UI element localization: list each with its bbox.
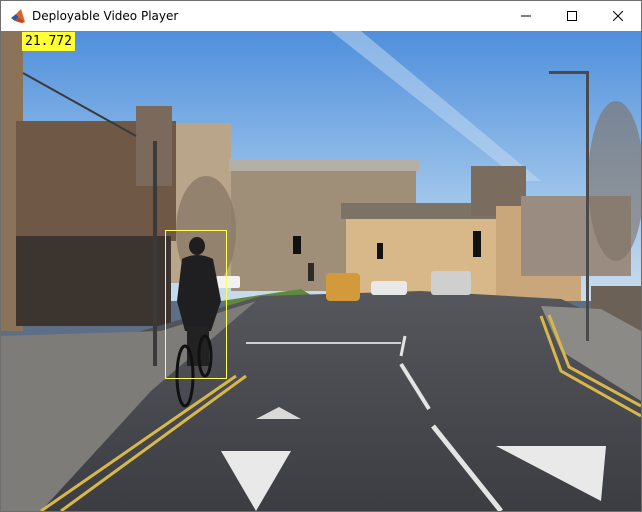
maximize-button[interactable] (549, 1, 595, 31)
detection-bounding-box (165, 230, 227, 379)
frame-timestamp: 21.772 (22, 32, 75, 51)
window-controls (503, 1, 641, 31)
title-bar[interactable]: Deployable Video Player (1, 1, 641, 31)
minimize-button[interactable] (503, 1, 549, 31)
video-player-window: Deployable Video Player 21.772 (0, 0, 642, 512)
video-frame (1, 31, 641, 511)
window-title: Deployable Video Player (32, 9, 179, 23)
close-button[interactable] (595, 1, 641, 31)
matlab-logo-icon (11, 9, 25, 23)
maximize-icon (567, 11, 577, 21)
minimize-icon (521, 15, 531, 17)
street-scene-image (1, 31, 641, 511)
close-icon (613, 11, 623, 21)
